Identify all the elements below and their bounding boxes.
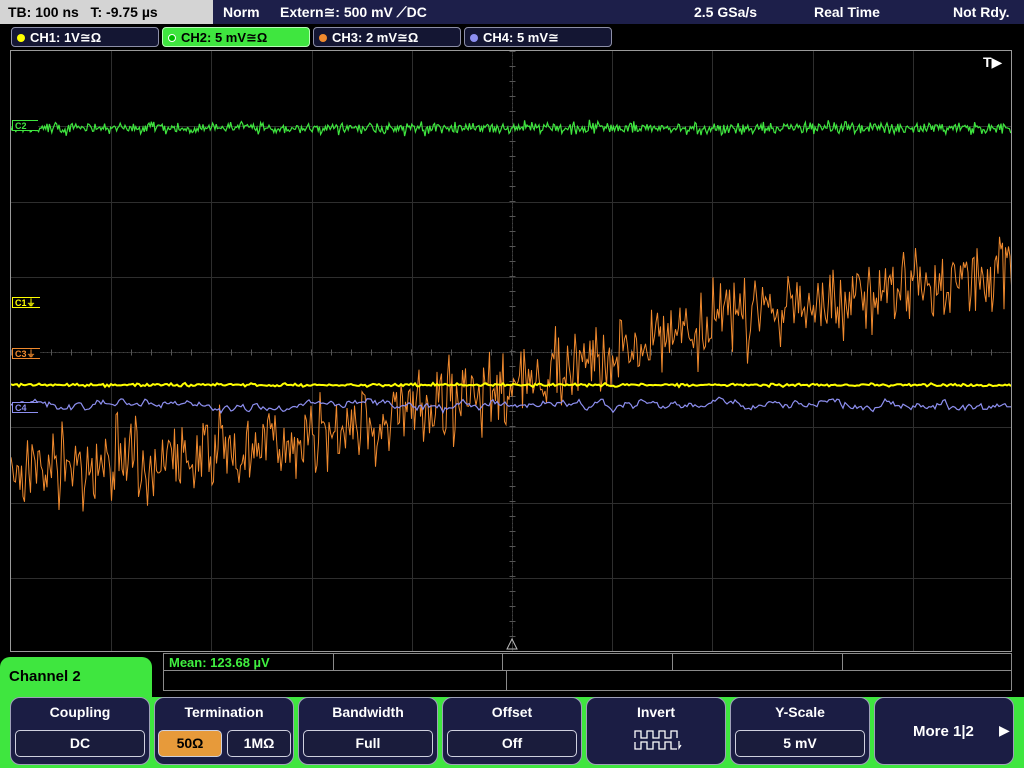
ch2-offset-marker[interactable]: C2 [12, 120, 38, 131]
more-label: More 1|2 [913, 723, 974, 740]
ch4-waveform [11, 396, 1011, 415]
mean-measurement: Mean: 123.68 µV [169, 655, 270, 670]
ch3-offset-marker[interactable]: C3⏚ [12, 348, 40, 359]
ch1-marker-label: C1 [15, 298, 27, 308]
ch2-waveform [11, 119, 1011, 137]
offset-value[interactable]: Off [447, 730, 577, 757]
yscale-value[interactable]: 5 mV [735, 730, 865, 757]
offset-softkey[interactable]: Offset Off [442, 697, 582, 765]
channel-tab-ch1[interactable]: CH1: 1V≅Ω [11, 27, 159, 47]
trigger-time-marker-icon [506, 637, 518, 650]
channel-tab-ch3[interactable]: CH3: 2 mV≅Ω [313, 27, 461, 47]
bandwidth-title: Bandwidth [332, 704, 404, 720]
measurement-row: Mean: 123.68 µV [164, 654, 1011, 671]
measurement-panel: Mean: 123.68 µV [163, 653, 1012, 691]
trigger-time-value: T: -9.75 µs [90, 4, 158, 20]
ch3-marker-label: C3 [15, 349, 27, 359]
menu-title-tab: Channel 2 [0, 657, 152, 697]
ch4-marker-label: C4 [15, 403, 27, 413]
yscale-title: Y-Scale [775, 704, 825, 720]
ch2-label: CH2: 5 mV≅Ω [181, 30, 268, 45]
ch4-label: CH4: 5 mV≅ [483, 30, 559, 45]
invert-softkey[interactable]: Invert [586, 697, 726, 765]
ch2-marker-label: C2 [15, 121, 27, 131]
ground-icon: ⏚ [26, 298, 36, 308]
termination-softkey[interactable]: Termination 50Ω 1MΩ [154, 697, 294, 765]
invert-title: Invert [636, 704, 676, 720]
ch3-label: CH3: 2 mV≅Ω [332, 30, 419, 45]
invert-waveform-icon [634, 730, 682, 750]
ch1-dot-icon [17, 34, 25, 42]
ch1-offset-marker[interactable]: C1⏚ [12, 297, 40, 308]
bandwidth-softkey[interactable]: Bandwidth Full [298, 697, 438, 765]
channel-tab-ch4[interactable]: CH4: 5 mV≅ [464, 27, 612, 47]
coupling-title: Coupling [49, 704, 111, 720]
acquisition-mode: Real Time [814, 4, 880, 20]
trigger-state: Not Rdy. [953, 4, 1010, 20]
ch4-dot-icon [470, 34, 478, 42]
timebase-readout[interactable]: TB: 100 ns T: -9.75 µs [0, 0, 213, 24]
waveform-traces [11, 119, 1011, 512]
bandwidth-value[interactable]: Full [303, 730, 433, 757]
offset-title: Offset [491, 704, 533, 720]
coupling-softkey[interactable]: Coupling DC [10, 697, 150, 765]
timebase-value: TB: 100 ns [8, 4, 79, 20]
ch1-label: CH1: 1V≅Ω [30, 30, 102, 45]
coupling-value[interactable]: DC [15, 730, 145, 757]
channel-tab-ch2[interactable]: CH2: 5 mV≅Ω [162, 27, 310, 47]
ch3-waveform [11, 236, 1011, 512]
ch2-dot-icon [168, 34, 176, 42]
termination-50ohm-option[interactable]: 50Ω [158, 730, 222, 757]
chevron-right-icon: ▶ [999, 722, 1010, 738]
termination-1mohm-option[interactable]: 1MΩ [227, 730, 291, 757]
more-softkey[interactable]: More 1|2 ▶ [874, 697, 1014, 765]
ground-icon: ⏚ [26, 349, 36, 359]
yscale-softkey[interactable]: Y-Scale 5 mV [730, 697, 870, 765]
sample-rate: 2.5 GSa/s [694, 4, 758, 20]
ch3-dot-icon [319, 34, 327, 42]
termination-title: Termination [184, 704, 264, 720]
ch4-offset-marker[interactable]: C4 [12, 402, 38, 413]
trigger-position-marker: T▶ [983, 54, 1003, 70]
ch1-waveform [11, 381, 1011, 389]
trigger-source[interactable]: Extern≅: 500 mV ⟋DC [280, 0, 427, 24]
waveform-display[interactable]: T▶ C1⏚ C3⏚ C4 C2 [10, 50, 1012, 652]
trigger-mode[interactable]: Norm [223, 0, 260, 24]
